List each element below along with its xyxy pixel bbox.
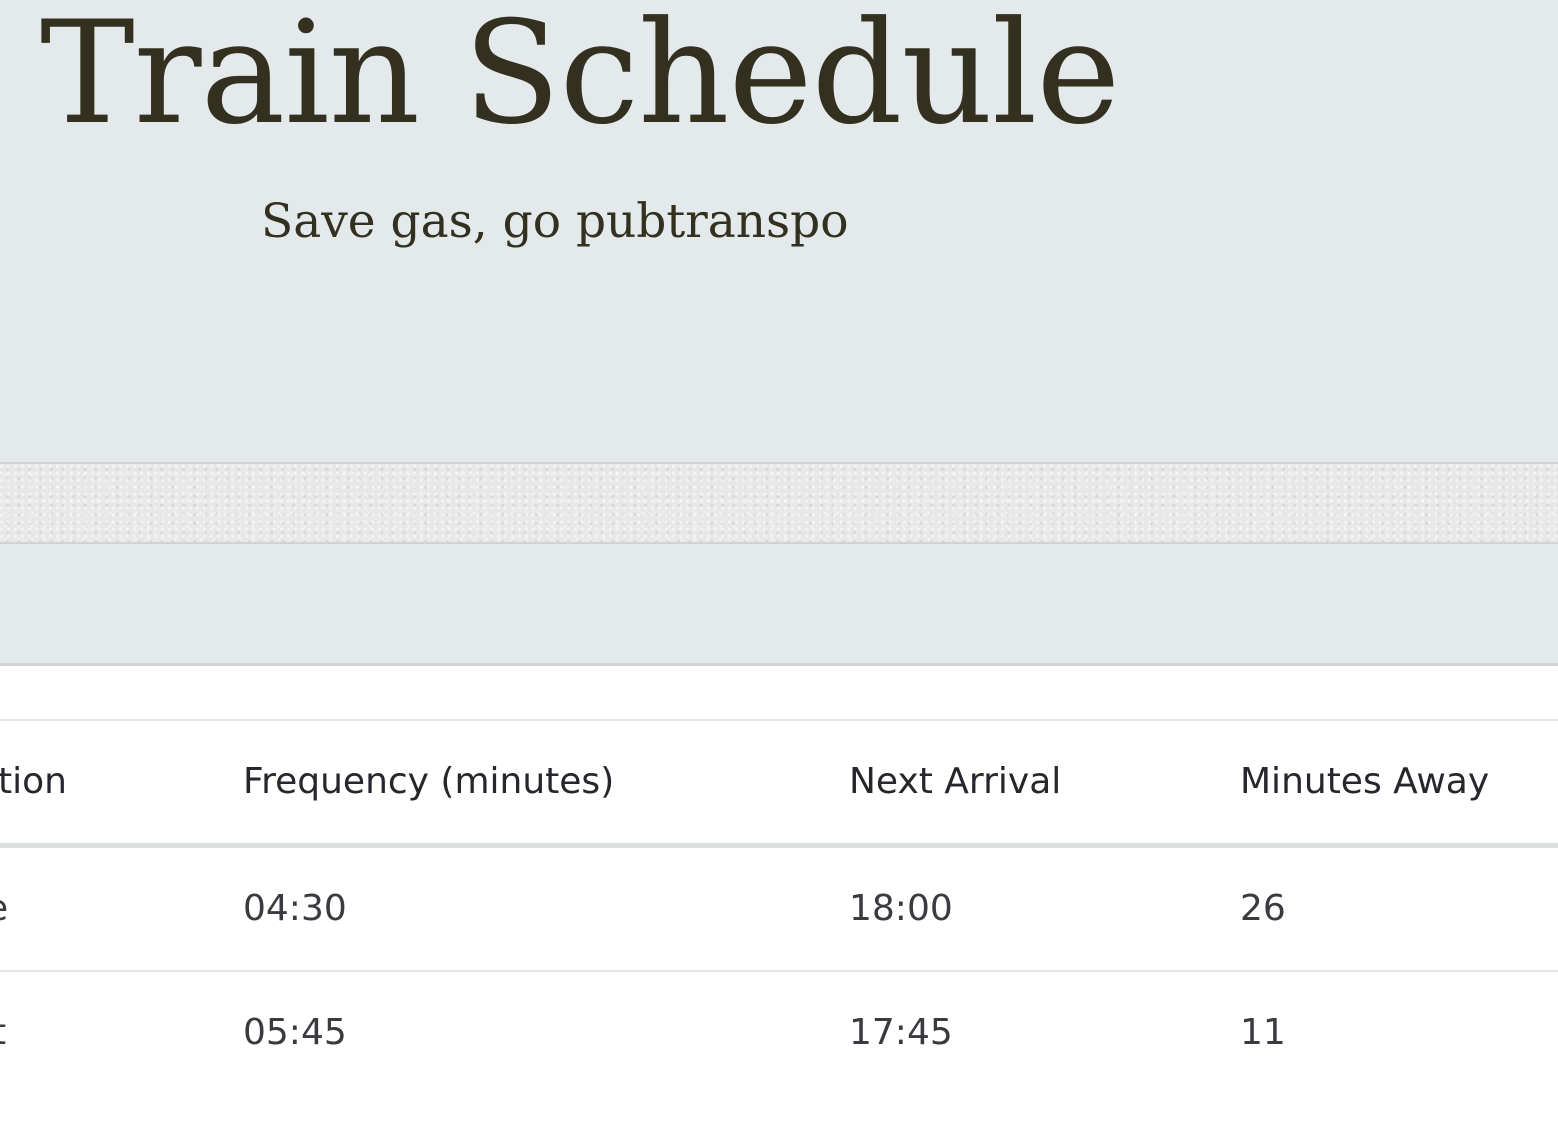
cell-destination: e <box>0 888 8 929</box>
page-title: Train Schedule <box>40 0 1120 156</box>
cell-minutes-away: 26 <box>1240 888 1286 929</box>
column-header-frequency: Frequency (minutes) <box>243 761 615 802</box>
column-header-next-arrival: Next Arrival <box>849 761 1062 802</box>
cell-minutes-away: 11 <box>1240 1012 1286 1053</box>
page-subtitle: Save gas, go pubtranspo <box>261 194 849 249</box>
table-row: t 05:45 17:45 11 <box>0 970 1558 1094</box>
cell-frequency: 04:30 <box>243 888 347 929</box>
jumbotron-header: Train Schedule Save gas, go pubtranspo <box>0 0 1558 462</box>
column-header-destination: tion <box>0 761 67 802</box>
cell-next-arrival: 17:45 <box>849 1012 953 1053</box>
cell-destination: t <box>0 1012 6 1053</box>
column-header-minutes-away: Minutes Away <box>1240 761 1490 802</box>
texture-divider <box>0 462 1558 544</box>
cell-next-arrival: 18:00 <box>849 888 953 929</box>
table-header-row: tion Frequency (minutes) Next Arrival Mi… <box>0 719 1558 843</box>
train-schedule-table: tion Frequency (minutes) Next Arrival Mi… <box>0 719 1558 1094</box>
panel-header-band <box>0 544 1558 666</box>
cell-frequency: 05:45 <box>243 1012 347 1053</box>
table-row: e 04:30 18:00 26 <box>0 843 1558 970</box>
